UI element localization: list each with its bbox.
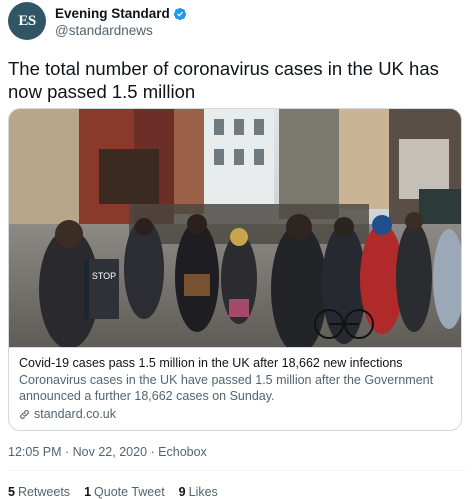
link-card-body[interactable]: Covid-19 cases pass 1.5 million in the U… — [9, 347, 461, 430]
author-names: Evening Standard @standardnews — [55, 5, 187, 39]
verified-badge-icon — [173, 7, 186, 20]
meta-separator: · — [65, 445, 70, 459]
tweet-stats: 5 Retweets 1 Quote Tweet 9 Likes — [8, 484, 218, 499]
card-title[interactable]: Covid-19 cases pass 1.5 million in the U… — [19, 355, 451, 371]
author-handle[interactable]: @standardnews — [55, 22, 187, 39]
card-domain-row[interactable]: standard.co.uk — [19, 406, 451, 422]
quotes-label: Quote Tweet — [94, 485, 165, 499]
street-crowd-photo[interactable]: STOP — [9, 109, 461, 347]
tweet-header: ES Evening Standard @standardnews — [8, 2, 466, 44]
likes-label: Likes — [188, 485, 218, 499]
link-card[interactable]: STOP Covid-19 cases pass 1.5 million in … — [8, 108, 462, 431]
link-icon — [20, 409, 29, 419]
avatar[interactable]: ES — [8, 2, 46, 40]
quotes-count: 1 — [84, 485, 92, 499]
likes-stat[interactable]: 9 Likes — [179, 484, 218, 499]
likes-count: 9 — [178, 485, 186, 499]
display-name-row[interactable]: Evening Standard — [55, 5, 187, 22]
retweets-count: 5 — [8, 485, 15, 499]
retweets-stat[interactable]: 5 Retweets — [8, 484, 70, 499]
quote-tweets-stat[interactable]: 1 Quote Tweet — [84, 484, 165, 499]
divider — [8, 470, 466, 471]
tweet-source[interactable]: Echobox — [158, 445, 207, 459]
card-description: Coronavirus cases in the UK have passed … — [19, 373, 434, 403]
card-domain[interactable]: standard.co.uk — [34, 406, 116, 422]
display-name[interactable]: Evening Standard — [55, 5, 170, 22]
tweet-meta: 12:05 PM · Nov 22, 2020 · Echobox — [8, 444, 207, 460]
tweet-date[interactable]: Nov 22, 2020 — [73, 445, 147, 459]
svg-text:STOP: STOP — [92, 271, 116, 281]
tweet-time[interactable]: 12:05 PM — [8, 445, 62, 459]
tweet-text: The total number of coronavirus cases in… — [8, 58, 439, 102]
retweets-label: Retweets — [17, 485, 71, 499]
meta-separator: · — [150, 445, 155, 459]
